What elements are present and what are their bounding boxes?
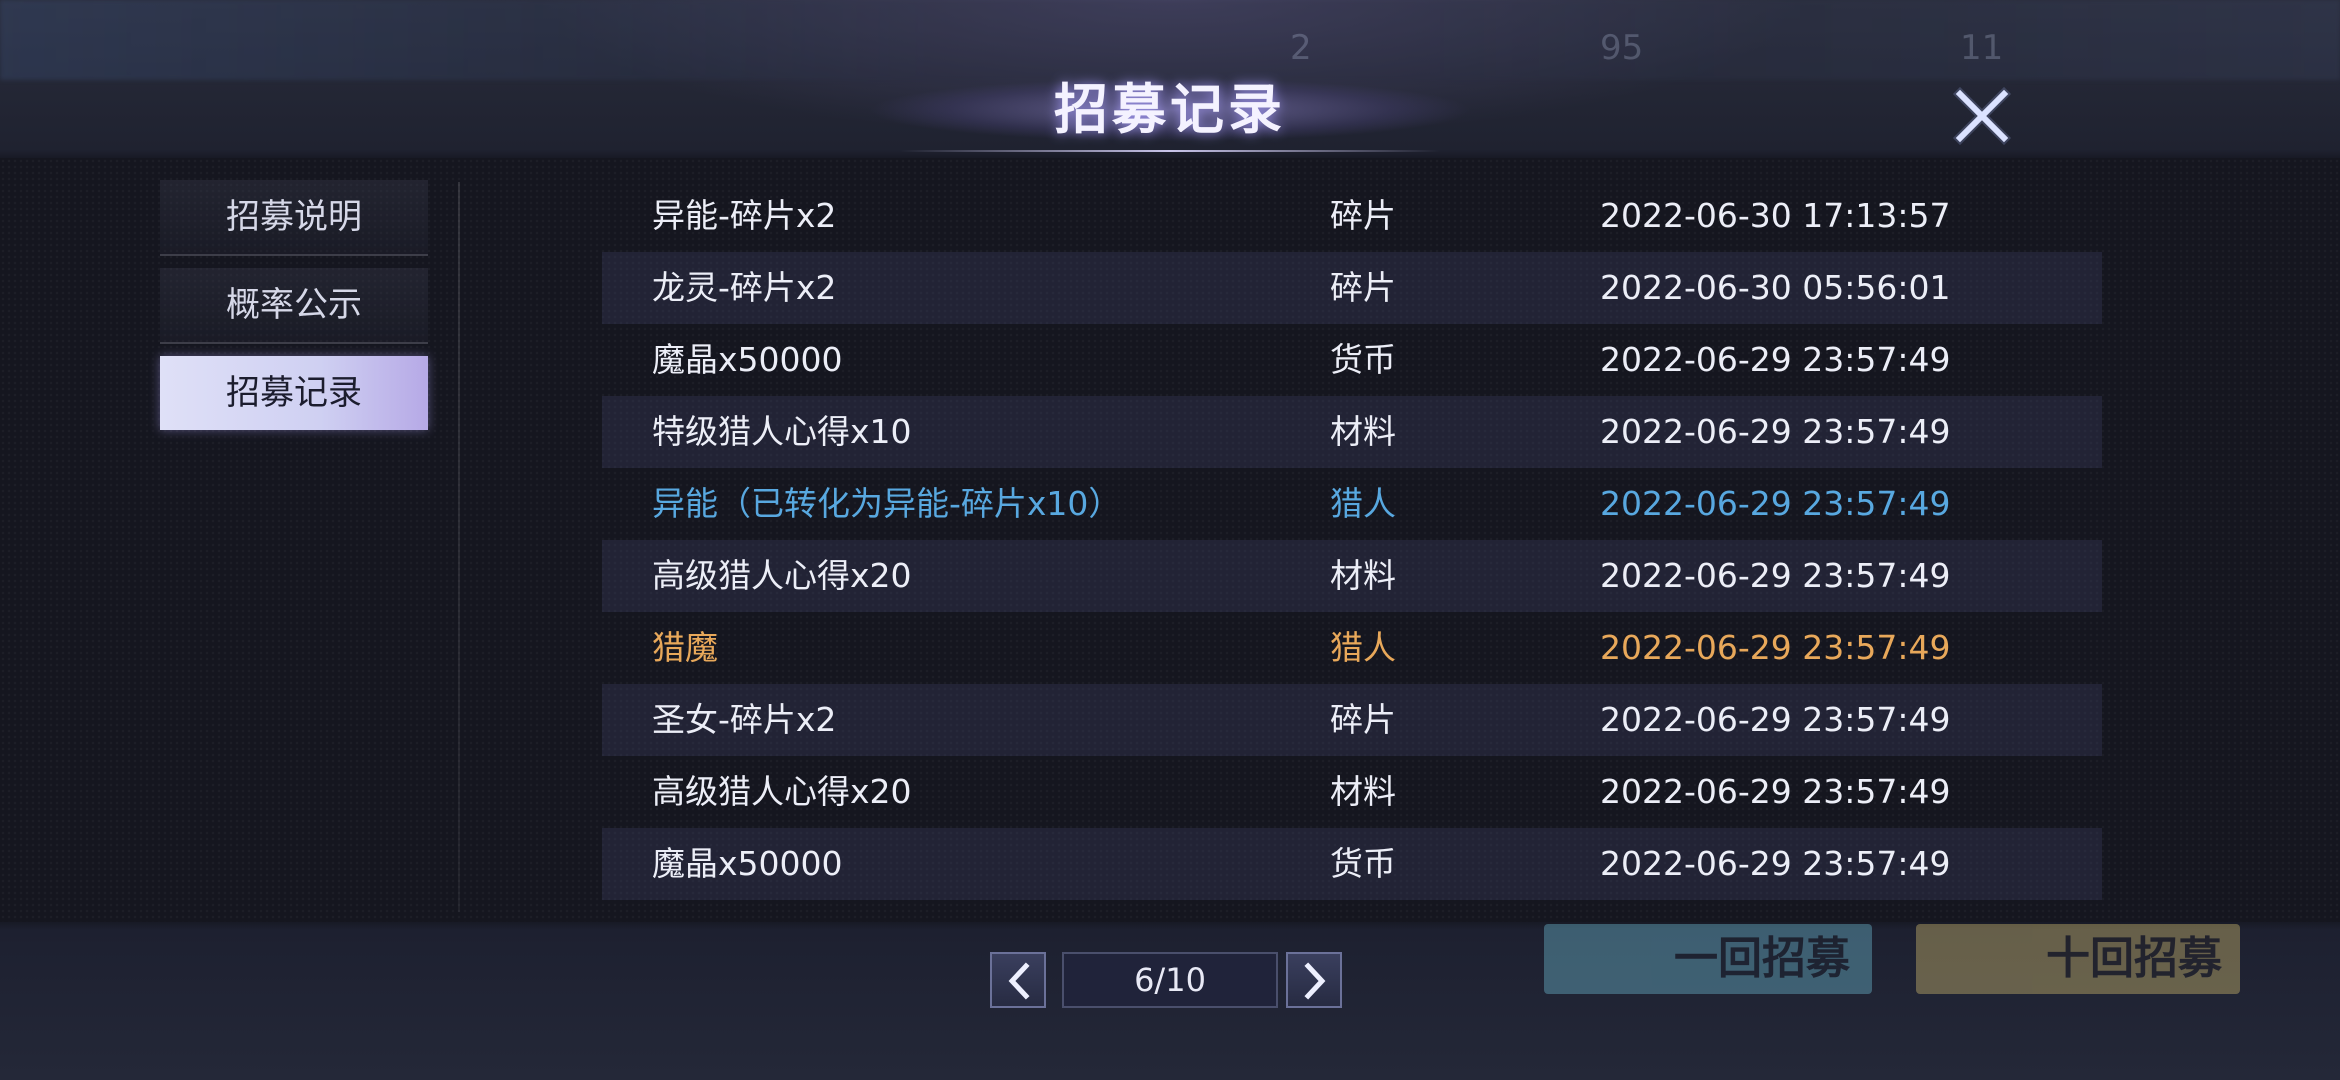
record-time: 2022-06-29 23:57:49 <box>1600 412 1951 451</box>
record-name: 魔晶x50000 <box>652 340 843 379</box>
record-type: 货币 <box>1330 844 1396 883</box>
pagination: 6/10 <box>990 952 1350 1010</box>
sidebar-item-label: 概率公示 <box>226 285 362 325</box>
table-row: 高级猎人心得x20 材料 2022-06-29 23:57:49 <box>602 756 2102 828</box>
record-time: 2022-06-29 23:57:49 <box>1600 484 1951 523</box>
record-name: 圣女-碎片x2 <box>652 700 837 739</box>
sidebar-divider <box>458 182 460 912</box>
record-name: 高级猎人心得x20 <box>652 556 912 595</box>
record-list: 异能-碎片x2 碎片 2022-06-30 17:13:57 龙灵-碎片x2 碎… <box>602 180 2102 900</box>
dialog-header: 招募记录 <box>0 62 2340 158</box>
close-button[interactable] <box>1950 84 2014 148</box>
chevron-right-icon <box>1304 962 1326 1000</box>
table-row: 高级猎人心得x20 材料 2022-06-29 23:57:49 <box>602 540 2102 612</box>
table-row: 圣女-碎片x2 碎片 2022-06-29 23:57:49 <box>602 684 2102 756</box>
chevron-left-icon <box>1008 962 1030 1000</box>
background-single-recruit-button: 一回招募 <box>1544 924 1872 994</box>
sidebar-item-label: 招募说明 <box>226 197 362 237</box>
record-type: 猎人 <box>1330 484 1396 523</box>
record-type: 碎片 <box>1330 700 1396 739</box>
table-row: 异能（已转化为异能-碎片x10） 猎人 2022-06-29 23:57:49 <box>602 468 2102 540</box>
record-name: 龙灵-碎片x2 <box>652 268 837 307</box>
sidebar-item-probability[interactable]: 概率公示 <box>160 268 428 344</box>
record-name: 高级猎人心得x20 <box>652 772 912 811</box>
record-type: 猎人 <box>1330 628 1396 667</box>
background-ten-recruit-button: 十回招募 <box>1916 924 2240 994</box>
background-single-recruit-label: 一回招募 <box>1674 933 1850 984</box>
record-time: 2022-06-29 23:57:49 <box>1600 340 1951 379</box>
record-name: 魔晶x50000 <box>652 844 843 883</box>
table-row: 魔晶x50000 货币 2022-06-29 23:57:49 <box>602 828 2102 900</box>
record-type: 货币 <box>1330 340 1396 379</box>
record-time: 2022-06-30 05:56:01 <box>1600 268 1951 307</box>
next-page-button[interactable] <box>1286 952 1342 1008</box>
record-type: 材料 <box>1330 412 1396 451</box>
sidebar-item-label: 招募记录 <box>226 373 362 413</box>
table-row: 龙灵-碎片x2 碎片 2022-06-30 05:56:01 <box>602 252 2102 324</box>
record-time: 2022-06-30 17:13:57 <box>1600 196 1951 235</box>
record-type: 碎片 <box>1330 268 1396 307</box>
record-time: 2022-06-29 23:57:49 <box>1600 628 1951 667</box>
sidebar-item-recruit-info[interactable]: 招募说明 <box>160 180 428 256</box>
record-name: 猎魔 <box>652 628 718 667</box>
sidebar: 招募说明 概率公示 招募记录 <box>160 180 430 442</box>
table-row: 猎魔 猎人 2022-06-29 23:57:49 <box>602 612 2102 684</box>
table-row: 特级猎人心得x10 材料 2022-06-29 23:57:49 <box>602 396 2102 468</box>
sidebar-item-recruit-record[interactable]: 招募记录 <box>160 356 428 430</box>
background-ten-recruit-label: 十回招募 <box>2046 933 2222 984</box>
record-type: 碎片 <box>1330 196 1396 235</box>
record-type: 材料 <box>1330 772 1396 811</box>
dialog-panel: 招募说明 概率公示 招募记录 异能-碎片x2 碎片 2022-06-30 17:… <box>0 158 2340 922</box>
record-name: 特级猎人心得x10 <box>652 412 912 451</box>
close-icon <box>1952 86 2012 146</box>
record-name: 异能（已转化为异能-碎片x10） <box>652 484 1122 523</box>
recruit-record-screen: 2 95 11 一回招募 十回招募 招募记录 招募说明 概率公示 招募记录 异能… <box>0 0 2340 1080</box>
record-type: 材料 <box>1330 556 1396 595</box>
record-time: 2022-06-29 23:57:49 <box>1600 700 1951 739</box>
record-name: 异能-碎片x2 <box>652 196 837 235</box>
record-time: 2022-06-29 23:57:49 <box>1600 556 1951 595</box>
record-time: 2022-06-29 23:57:49 <box>1600 844 1951 883</box>
record-time: 2022-06-29 23:57:49 <box>1600 772 1951 811</box>
page-indicator: 6/10 <box>1062 952 1278 1008</box>
prev-page-button[interactable] <box>990 952 1046 1008</box>
table-row: 魔晶x50000 货币 2022-06-29 23:57:49 <box>602 324 2102 396</box>
table-row: 异能-碎片x2 碎片 2022-06-30 17:13:57 <box>602 180 2102 252</box>
header-underline <box>900 150 1440 152</box>
